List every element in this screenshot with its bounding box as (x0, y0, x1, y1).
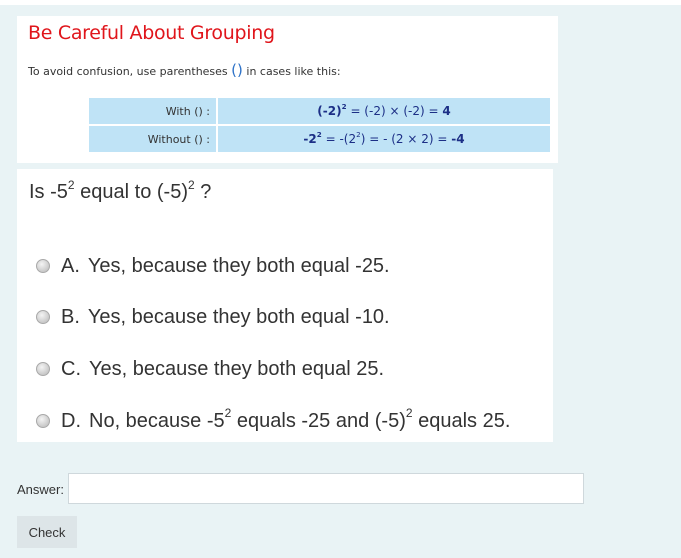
grouping-card: Be Careful About Grouping To avoid confu… (17, 16, 558, 163)
option-text: Yes, because they both equal -25. (87, 254, 390, 277)
card-title: Be Careful About Grouping (28, 22, 275, 44)
question-sup: 2 (187, 177, 195, 192)
radio-button[interactable] (36, 310, 50, 324)
expr-sup: 2 (316, 129, 322, 139)
expr-bold: -2 (303, 132, 317, 146)
expr-rest-b: ) = - (2 × 2) = (360, 132, 452, 146)
expr-result: -4 (451, 132, 465, 146)
check-button[interactable]: Check (17, 516, 77, 548)
answer-label: Answer: (17, 482, 64, 497)
option-part: equals -25 and (-5) (231, 409, 406, 432)
option-text: Yes, because they both equal 25. (89, 357, 385, 380)
row-expression: -22 = -(22) = - (2 × 2) = -4 (218, 126, 550, 152)
answer-input[interactable] (68, 473, 584, 504)
question-sup: 2 (67, 177, 75, 192)
option-letter: B. (61, 305, 80, 328)
option-sup: 2 (224, 406, 232, 421)
card-subtitle: To avoid confusion, use parentheses () i… (28, 61, 341, 79)
option-a[interactable]: A. Yes, because they both equal -25. (36, 253, 390, 279)
question-part: equal to (-5) (74, 181, 188, 203)
question-text: Is -52 equal to (-5)2 ? (29, 177, 212, 204)
subtitle-before: To avoid confusion, use parentheses (28, 65, 228, 78)
option-part: No, because -5 (89, 409, 225, 432)
subtitle-paren: () (231, 61, 243, 79)
option-c[interactable]: C. Yes, because they both equal 25. (36, 356, 384, 382)
expr-result: 4 (442, 104, 451, 118)
option-letter: A. (61, 254, 80, 277)
question-part: ? (194, 181, 212, 203)
expr-rest-a: = -(2 (321, 132, 357, 146)
expr-sup2: 2 (356, 129, 361, 139)
option-sup: 2 (405, 406, 413, 421)
option-letter: C. (61, 357, 81, 380)
option-text: Yes, because they both equal -10. (87, 305, 390, 328)
option-text: No, because -52 equals -25 and (-5)2 equ… (89, 407, 511, 433)
expr-rest: = (-2) × (-2) = (346, 104, 443, 118)
expr-sup: 2 (341, 101, 347, 111)
row-expression: (-2)2 = (-2) × (-2) = 4 (218, 98, 550, 124)
row-label: With () : (89, 98, 216, 124)
radio-button[interactable] (36, 259, 50, 273)
radio-button[interactable] (36, 414, 50, 428)
option-part: equals 25. (412, 409, 511, 432)
grouping-table: With () : (-2)2 = (-2) × (-2) = 4 Withou… (87, 96, 552, 154)
radio-button[interactable] (36, 362, 50, 376)
table-row-with: With () : (-2)2 = (-2) × (-2) = 4 (89, 98, 550, 124)
question-part: Is -5 (29, 181, 68, 203)
top-strip (0, 0, 681, 5)
option-b[interactable]: B. Yes, because they both equal -10. (36, 304, 390, 330)
table-row-without: Without () : -22 = -(22) = - (2 × 2) = -… (89, 126, 550, 152)
question-panel: Is -52 equal to (-5)2 ? A. Yes, because … (17, 169, 553, 442)
row-label: Without () : (89, 126, 216, 152)
option-d[interactable]: D. No, because -52 equals -25 and (-5)2 … (36, 407, 511, 434)
option-letter: D. (61, 409, 81, 432)
expr-bold: (-2) (317, 104, 342, 118)
subtitle-after: in cases like this: (246, 65, 341, 78)
